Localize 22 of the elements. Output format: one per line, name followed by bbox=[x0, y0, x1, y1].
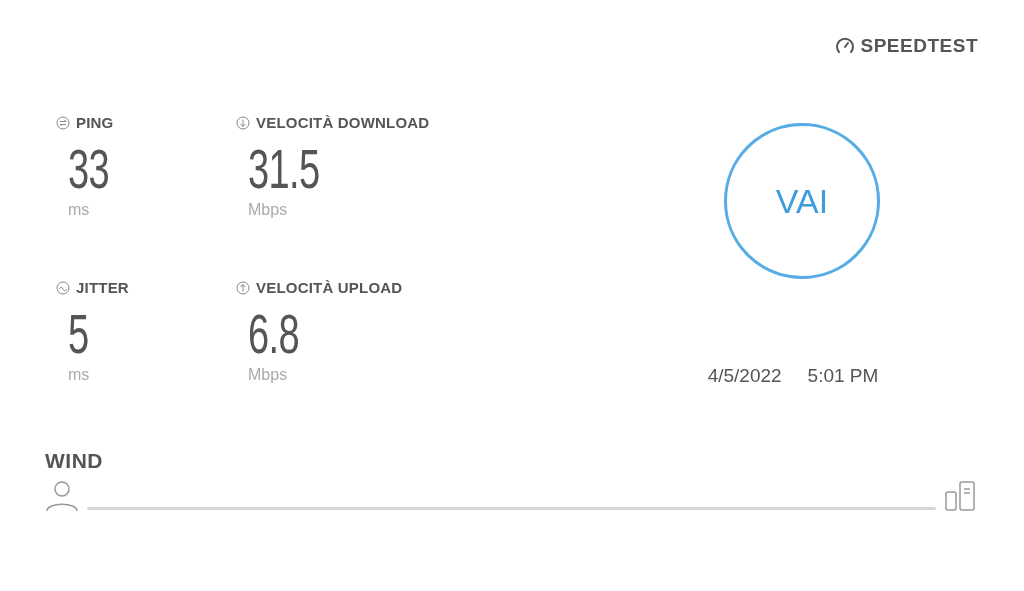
ping-icon bbox=[56, 115, 70, 130]
metric-label: JITTER bbox=[76, 279, 129, 296]
result-date: 4/5/2022 bbox=[707, 365, 782, 387]
server-icon bbox=[944, 480, 978, 512]
metric-unit: ms bbox=[67, 201, 90, 219]
metric-value: 33 bbox=[68, 139, 109, 199]
start-button[interactable]: VAI bbox=[724, 123, 880, 279]
result-time: 5:01 PM bbox=[807, 365, 879, 387]
metric-unit: ms bbox=[67, 366, 90, 384]
person-icon bbox=[45, 480, 79, 512]
metric-label: PING bbox=[76, 114, 114, 131]
metric-label: VELOCITÀ DOWNLOAD bbox=[256, 114, 430, 131]
metric-value: 5 bbox=[68, 304, 89, 364]
metric-unit: Mbps bbox=[247, 201, 288, 219]
metric-label: VELOCITÀ UPLOAD bbox=[256, 279, 403, 296]
metric-value: 6.8 bbox=[248, 304, 299, 364]
metric-value: 31.5 bbox=[248, 139, 320, 199]
provider-name: WIND bbox=[45, 449, 104, 473]
brand-name: SPEEDTEST bbox=[860, 34, 978, 57]
metric-unit: Mbps bbox=[247, 366, 288, 384]
wave-icon bbox=[56, 280, 70, 295]
gauge-icon bbox=[834, 35, 855, 56]
